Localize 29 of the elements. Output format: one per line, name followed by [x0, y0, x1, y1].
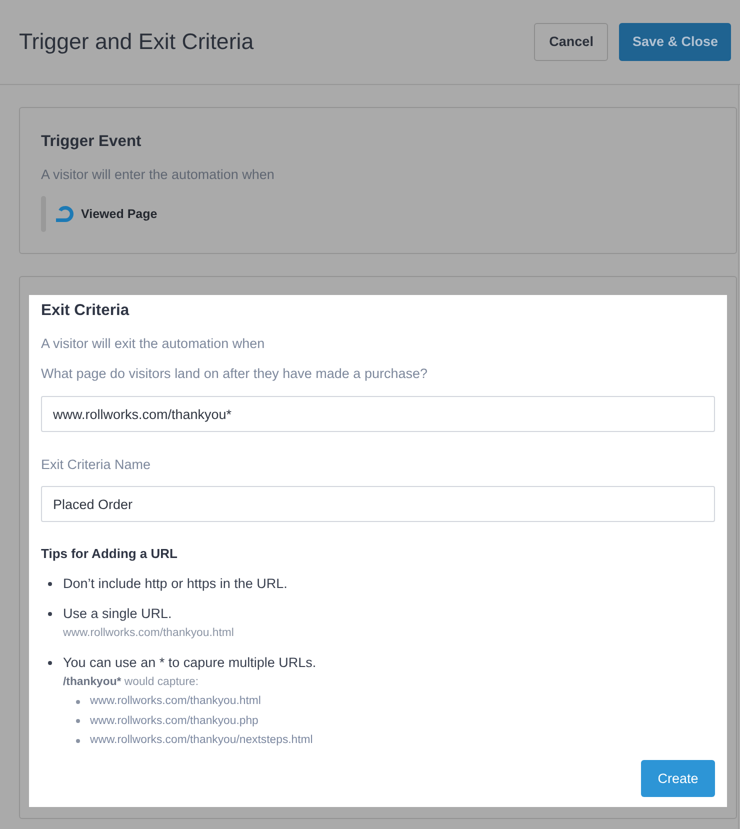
field-label: What page do visitors land on after they have made a purchase?: [41, 365, 428, 383]
bullet-icon: [48, 612, 52, 616]
bullet-icon: [48, 661, 52, 665]
bullet-icon: [76, 738, 80, 743]
section-title: Trigger Event: [41, 132, 142, 152]
tips-heading: Tips for Adding a URL: [41, 545, 178, 563]
cancel-button[interactable]: Cancel: [534, 22, 608, 60]
event-label: Viewed Page: [81, 207, 158, 221]
name-input[interactable]: Placed Order: [41, 486, 715, 522]
example-url: www.rollworks.com/thankyou.html: [63, 626, 235, 641]
curve-icon: [56, 206, 74, 222]
create-button[interactable]: Create: [641, 760, 715, 796]
note-text: /thankyou* would capture:: [63, 675, 200, 690]
tip-text: Don’t include http or https in the URL.: [63, 575, 288, 593]
page-title: Trigger and Exit Criteria: [19, 28, 254, 56]
example-url: www.rollworks.com/thankyou/nextsteps.html: [90, 733, 313, 748]
section-subtitle: A visitor will exit the automation when: [41, 335, 266, 353]
tip-text: You can use an * to capure multiple URLs.: [63, 654, 316, 672]
section-title: Exit Criteria: [41, 301, 130, 321]
url-input[interactable]: www.rollworks.com/thankyou*: [41, 396, 715, 432]
bullet-icon: [76, 700, 80, 704]
example-url: www.rollworks.com/thankyou.html: [90, 694, 261, 709]
tip-text: Use a single URL.: [63, 605, 172, 623]
bullet-icon: [76, 719, 80, 724]
example-url: www.rollworks.com/thankyou.php: [90, 714, 258, 728]
section-subtitle: A visitor will enter the automation when: [41, 166, 276, 184]
field-label: Exit Criteria Name: [41, 456, 152, 474]
save-close-button[interactable]: Save & Close: [619, 22, 731, 60]
bullet-icon: [48, 582, 52, 586]
